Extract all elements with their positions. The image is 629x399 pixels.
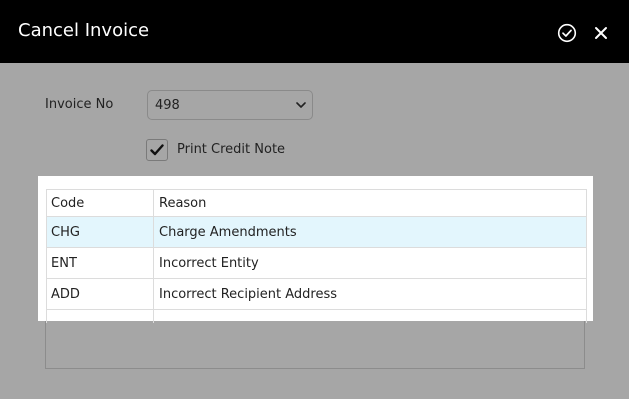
empty-code-cell <box>47 310 154 323</box>
close-button[interactable] <box>592 24 614 46</box>
print-credit-note-label: Print Credit Note <box>177 142 286 157</box>
row-code: ENT <box>47 248 154 278</box>
checkmark-icon <box>150 144 164 156</box>
invoice-no-value: 498 <box>155 98 180 113</box>
dialog-titlebar: Cancel Invoice <box>0 0 629 63</box>
table-row[interactable]: ADD Incorrect Recipient Address <box>47 279 586 310</box>
reason-table: Code Reason CHG Charge Amendments ENT In… <box>46 189 587 323</box>
table-row[interactable]: CHG Charge Amendments <box>47 217 586 248</box>
row-code: CHG <box>47 217 154 247</box>
chevron-down-icon <box>296 102 306 108</box>
invoice-no-select[interactable]: 498 <box>147 90 313 120</box>
column-header-reason[interactable]: Reason <box>155 190 206 216</box>
table-empty-row <box>47 310 586 323</box>
print-credit-note-checkbox[interactable] <box>146 139 168 161</box>
row-code: ADD <box>47 279 154 309</box>
row-reason: Incorrect Recipient Address <box>159 286 338 302</box>
check-circle-icon <box>557 23 577 43</box>
table-row[interactable]: ENT Incorrect Entity <box>47 248 586 279</box>
dialog-title: Cancel Invoice <box>18 20 150 41</box>
close-icon <box>595 27 607 39</box>
row-reason: Charge Amendments <box>159 224 297 240</box>
table-header-row: Code Reason <box>47 190 586 217</box>
reason-panel: Code Reason CHG Charge Amendments ENT In… <box>38 176 593 323</box>
row-reason: Incorrect Entity <box>159 255 259 271</box>
invoice-no-label: Invoice No <box>45 97 114 112</box>
confirm-button[interactable] <box>557 23 579 45</box>
column-header-code[interactable]: Code <box>47 190 154 216</box>
